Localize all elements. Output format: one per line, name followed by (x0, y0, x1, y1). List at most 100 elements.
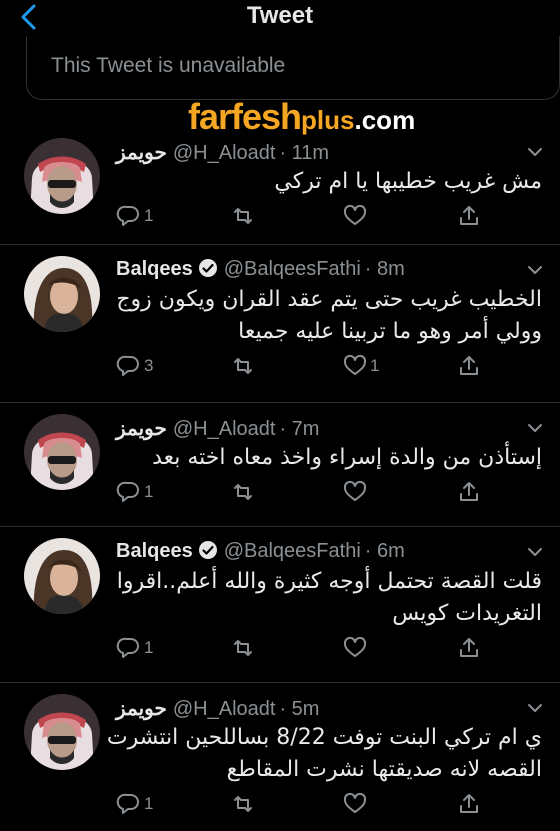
like-icon (343, 204, 367, 225)
tweet-header: حويمز @H_Aloadt · 7m (116, 416, 500, 441)
reply-count: 3 (144, 356, 154, 375)
like-icon (343, 636, 367, 657)
share-button[interactable] (456, 634, 482, 662)
like-icon (343, 792, 367, 813)
tweet-timestamp[interactable]: · 11m (279, 142, 329, 164)
chevron-down-icon[interactable] (526, 702, 544, 714)
page-title: Tweet (246, 2, 314, 29)
avatar[interactable] (24, 256, 100, 332)
share-button[interactable] (456, 478, 482, 506)
reply-button[interactable]: 1 (116, 790, 153, 818)
retweet-button[interactable] (230, 352, 258, 380)
tweet-text: مش غريب خطيبها يا ام تركي (100, 166, 542, 198)
verified-badge-icon (198, 259, 217, 277)
like-count: 1 (370, 356, 380, 375)
watermark-part3: .com (354, 105, 416, 135)
tweet-actions: 1 (116, 202, 546, 230)
share-icon (460, 794, 478, 813)
author-name[interactable]: Balqees (116, 258, 193, 280)
tweet-timestamp[interactable]: · 6m (365, 540, 405, 562)
author-handle[interactable]: @H_Aloadt (173, 698, 276, 720)
like-button[interactable] (342, 478, 370, 506)
retweet-icon (234, 484, 252, 500)
tweet-timestamp[interactable]: · 5m (279, 698, 319, 720)
reply-icon (116, 637, 139, 658)
avatar[interactable] (24, 694, 100, 770)
avatar[interactable] (24, 538, 100, 614)
share-button[interactable] (456, 790, 482, 818)
retweet-icon (234, 358, 252, 374)
tweet-header: حويمز @H_Aloadt · 11m (116, 140, 500, 165)
verified-badge-icon (198, 541, 217, 559)
tweet-header: حويمز @H_Aloadt · 5m (116, 696, 500, 721)
retweet-icon (234, 208, 252, 224)
reply-button[interactable]: 1 (116, 478, 153, 506)
watermark-part1: farfesh (188, 96, 302, 137)
divider (0, 244, 560, 245)
divider (0, 682, 560, 683)
avatar[interactable] (24, 138, 100, 214)
tweet-text-line: ي ام تركي البنت توفت 8/22 بساللحين انتشر… (106, 725, 542, 750)
tweet-actions: 1 (116, 478, 546, 506)
reply-count: 1 (144, 482, 154, 501)
tweet-text: ي ام تركي البنت توفت 8/22 بساللحين انتشر… (100, 722, 542, 786)
reply-button[interactable]: 1 (116, 202, 153, 230)
reply-icon (116, 355, 139, 376)
tweet-text-line: مش غريب خطيبها يا ام تركي (274, 169, 542, 194)
retweet-button[interactable] (230, 478, 258, 506)
tweet-timestamp[interactable]: · 8m (365, 258, 405, 280)
watermark-part2: plus (301, 105, 355, 135)
unavailable-notice: This Tweet is unavailable (51, 54, 286, 77)
reply-icon (116, 205, 139, 226)
retweet-button[interactable] (230, 634, 258, 662)
like-button[interactable] (342, 202, 370, 230)
reply-count: 1 (144, 638, 154, 657)
avatar[interactable] (24, 414, 100, 490)
chevron-down-icon[interactable] (526, 264, 544, 276)
tweet-header: Balqees @BalqeesFathi · 8m (116, 258, 500, 281)
unavailable-tweet-card: This Tweet is unavailable (26, 36, 560, 100)
tweet-text-line: قلت القصة تحتمل أوجه كثيرة والله أعلم..ا… (116, 569, 542, 594)
tweet-actions: 1 (116, 790, 546, 818)
reply-count: 1 (144, 206, 154, 225)
chevron-down-icon[interactable] (526, 422, 544, 434)
like-button[interactable] (342, 634, 370, 662)
author-handle[interactable]: @BalqeesFathi (224, 540, 361, 562)
author-handle[interactable]: @H_Aloadt (173, 418, 276, 440)
retweet-button[interactable] (230, 202, 258, 230)
watermark-logo: farfesh plus .com (188, 96, 415, 138)
like-button[interactable]: 1 (342, 352, 379, 380)
author-name[interactable]: حويمز (116, 698, 167, 720)
reply-count: 1 (144, 794, 154, 813)
author-name[interactable]: Balqees (116, 540, 193, 562)
share-icon (460, 356, 478, 375)
author-name[interactable]: حويمز (116, 418, 167, 440)
tweet-header: Balqees @BalqeesFathi · 6m (116, 540, 500, 563)
retweet-button[interactable] (230, 790, 258, 818)
chevron-down-icon[interactable] (526, 546, 544, 558)
chevron-down-icon[interactable] (526, 146, 544, 158)
tweet-text-line: وولي أمر وهو ما تربينا عليه جميعا (238, 319, 542, 344)
share-icon (460, 206, 478, 225)
tweet-text: إستأذن من والدة إسراء واخذ معاه اخته بعد (100, 442, 542, 474)
share-icon (460, 482, 478, 501)
reply-button[interactable]: 1 (116, 634, 153, 662)
author-name[interactable]: حويمز (116, 142, 167, 164)
tweet-actions: 31 (116, 352, 546, 380)
like-icon (343, 354, 367, 375)
tweet-text-line: إستأذن من والدة إسراء واخذ معاه اخته بعد (152, 445, 542, 470)
reply-button[interactable]: 3 (116, 352, 153, 380)
tweet-actions: 1 (116, 634, 546, 662)
author-handle[interactable]: @BalqeesFathi (224, 258, 361, 280)
like-button[interactable] (342, 790, 370, 818)
tweet-timestamp[interactable]: · 7m (279, 418, 319, 440)
divider (0, 402, 560, 403)
author-handle[interactable]: @H_Aloadt (173, 142, 276, 164)
retweet-icon (234, 796, 252, 812)
reply-icon (116, 793, 139, 814)
tweet-text-line: القصه لانه صديقتها نشرت المقاطع (226, 757, 542, 782)
tweet-text: قلت القصة تحتمل أوجه كثيرة والله أعلم..ا… (100, 566, 542, 630)
share-button[interactable] (456, 352, 482, 380)
like-icon (343, 480, 367, 501)
share-button[interactable] (456, 202, 482, 230)
